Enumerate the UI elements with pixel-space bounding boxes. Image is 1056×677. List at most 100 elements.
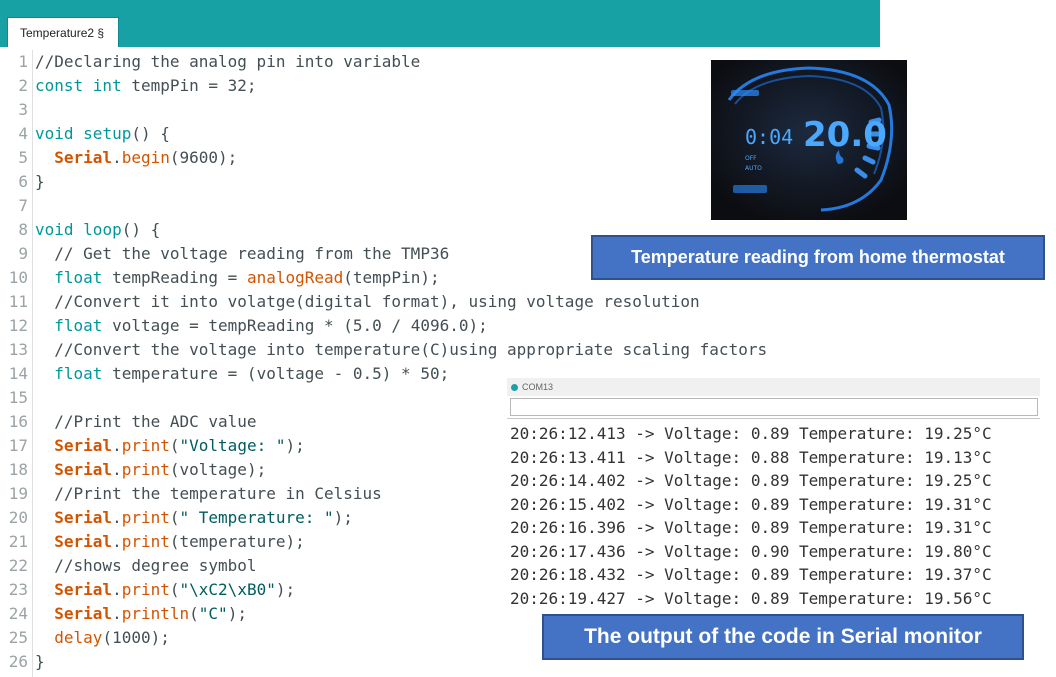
code-token: delay [54, 628, 103, 647]
code-token: println [121, 604, 190, 623]
code-token: ); [285, 436, 305, 455]
line-number: 19 [8, 484, 28, 503]
code-token: //Declaring the analog pin into variable [35, 52, 421, 71]
code-token: (1000); [102, 628, 170, 647]
line-number: 9 [18, 244, 28, 263]
code-text: Serial.println("C"); [35, 602, 247, 626]
code-text: //Print the temperature in Celsius [35, 482, 382, 506]
code-text: } [35, 650, 45, 674]
line-number: 13 [8, 340, 28, 359]
code-token: ); [275, 580, 296, 599]
code-token: print [121, 580, 170, 599]
line-number: 6 [18, 172, 28, 191]
line-number: 3 [18, 100, 28, 119]
line-number: 16 [8, 412, 28, 431]
code-token: "\xC2\xB0" [179, 580, 276, 599]
code-token: "Voltage: " [179, 436, 286, 455]
code-token: ( [169, 508, 180, 527]
code-token: Serial [54, 148, 113, 167]
code-token: ); [227, 604, 247, 623]
code-text: Serial.begin(9600); [35, 146, 237, 170]
code-token: (voltage); [169, 460, 267, 479]
code-text: } [35, 170, 45, 194]
thermostat-auto-label: AUTO [745, 165, 762, 172]
line-number: 10 [8, 268, 28, 287]
line-number: 17 [8, 436, 28, 455]
code-token: Serial [54, 532, 113, 551]
code-token: // Get the voltage reading from the TMP3… [35, 244, 450, 263]
code-token: . [112, 436, 122, 455]
code-token: ( [169, 436, 180, 455]
code-token: float [54, 316, 103, 335]
line-number: 5 [18, 148, 28, 167]
code-token: . [112, 148, 122, 167]
code-text: float tempReading = analogRead(tempPin); [35, 266, 440, 290]
code-token: print [121, 532, 170, 551]
code-token: (temperature); [169, 532, 305, 551]
code-text: //shows degree symbol [35, 554, 257, 578]
code-token: float [54, 268, 103, 287]
code-token: () { [131, 124, 170, 143]
serial-output-line: 20:26:17.436 -> Voltage: 0.90 Temperatur… [510, 541, 992, 561]
thermostat-callout: Temperature reading from home thermostat [591, 235, 1045, 280]
code-text: float temperature = (voltage - 0.5) * 50… [35, 362, 449, 386]
code-token: begin [121, 148, 170, 167]
line-number: 12 [8, 316, 28, 335]
code-text: Serial.print(temperature); [35, 530, 305, 554]
line-number: 14 [8, 364, 28, 383]
code-text: // Get the voltage reading from the TMP3… [35, 242, 449, 266]
code-token: (tempPin); [343, 268, 440, 287]
code-line[interactable]: 11 //Convert it into volatge(digital for… [0, 290, 880, 314]
code-text: const int tempPin = 32; [35, 74, 257, 98]
code-token: . [112, 460, 122, 479]
serial-output-line: 20:26:18.432 -> Voltage: 0.89 Temperatur… [510, 565, 992, 584]
line-number: 7 [18, 196, 28, 215]
code-text: //Convert the voltage into temperature(C… [35, 338, 767, 362]
code-token: " Temperature: " [179, 508, 334, 527]
code-line[interactable]: 12 float voltage = tempReading * (5.0 / … [0, 314, 880, 338]
tab-temperature2[interactable]: Temperature2 § [7, 17, 119, 47]
code-token: Serial [54, 604, 113, 623]
code-text: float voltage = tempReading * (5.0 / 409… [35, 314, 488, 338]
code-text: //Declaring the analog pin into variable [35, 50, 420, 74]
code-token: . [112, 532, 122, 551]
serial-send-input[interactable] [510, 398, 1038, 416]
code-line[interactable]: 13 //Convert the voltage into temperatur… [0, 338, 880, 362]
line-number: 4 [18, 124, 28, 143]
code-token: } [35, 652, 45, 671]
line-number: 21 [8, 532, 28, 551]
line-number: 24 [8, 604, 28, 623]
serial-output-line: 20:26:13.411 -> Voltage: 0.88 Temperatur… [510, 447, 992, 467]
serial-output-line: 20:26:14.402 -> Voltage: 0.89 Temperatur… [510, 471, 992, 490]
code-token: //Convert it into volatge(digital format… [35, 292, 700, 311]
serial-output-line: 20:26:15.402 -> Voltage: 0.89 Temperatur… [510, 494, 992, 514]
code-token: ( [189, 604, 199, 623]
code-token: //shows degree symbol [35, 556, 257, 575]
code-token: . [112, 604, 122, 623]
code-text: Serial.print("\xC2\xB0"); [35, 578, 295, 602]
code-text: //Convert it into volatge(digital format… [35, 290, 700, 314]
code-token: "C" [198, 604, 228, 623]
code-token: temperature = (voltage - 0.5) * 50; [102, 364, 450, 383]
code-token: ( [169, 580, 180, 599]
code-text: Serial.print("Voltage: "); [35, 434, 305, 458]
line-number: 22 [8, 556, 28, 575]
editor-tab-bar: Temperature2 § [0, 0, 880, 47]
serial-output-line: 20:26:12.413 -> Voltage: 0.89 Temperatur… [510, 424, 992, 443]
line-number: 23 [8, 580, 28, 599]
line-number: 20 [8, 508, 28, 527]
serial-output-line: 20:26:16.396 -> Voltage: 0.89 Temperatur… [510, 518, 992, 537]
code-text: delay(1000); [35, 626, 170, 650]
code-token: () { [121, 220, 161, 239]
line-number: 25 [8, 628, 28, 647]
code-token: //Print the ADC value [35, 412, 257, 431]
code-token: voltage = tempReading * (5.0 / 4096.0); [102, 316, 488, 335]
